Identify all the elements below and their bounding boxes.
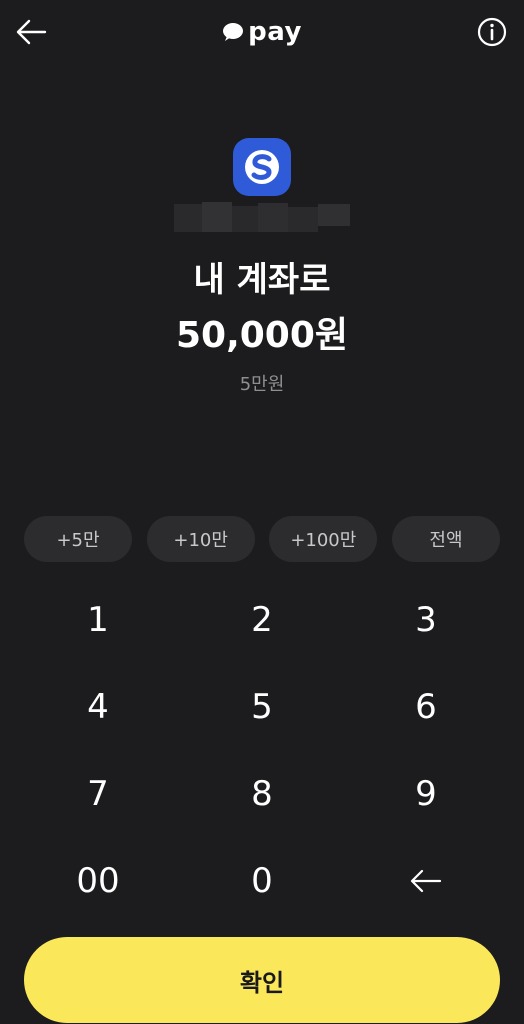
key-0[interactable]: 0	[180, 837, 344, 924]
backspace-arrow-icon	[410, 869, 442, 892]
backspace-key[interactable]	[344, 837, 508, 924]
amount-hint: 5만원	[239, 374, 285, 395]
key-7[interactable]: 7	[16, 750, 180, 837]
key-3[interactable]: 3	[344, 576, 508, 663]
number-keypad: 1 2 3 4 5 6 7 8 9 00 0	[16, 576, 508, 924]
key-8[interactable]: 8	[180, 750, 344, 837]
transfer-amount: 50,000원	[175, 315, 349, 356]
shinhan-bank-logo-icon	[245, 150, 279, 184]
brand-name: pay	[248, 17, 302, 47]
quick-amount-buttons: +5만 +10만 +100만 전액	[24, 516, 500, 562]
speech-bubble-icon	[223, 23, 244, 41]
key-4[interactable]: 4	[16, 663, 180, 750]
add-1000000-button[interactable]: +100만	[269, 516, 378, 562]
key-00[interactable]: 00	[16, 837, 180, 924]
full-balance-button[interactable]: 전액	[391, 516, 500, 562]
key-2[interactable]: 2	[180, 576, 344, 663]
masked-account-name	[174, 202, 350, 234]
transfer-target: 내 계좌로	[193, 260, 331, 300]
key-1[interactable]: 1	[16, 576, 180, 663]
kakao-pay-logo: pay	[0, 14, 524, 50]
key-6[interactable]: 6	[344, 663, 508, 750]
top-bar: pay	[0, 0, 524, 64]
add-50000-button[interactable]: +5만	[24, 516, 132, 562]
info-circle-icon	[477, 17, 507, 47]
add-100000-button[interactable]: +10만	[146, 516, 255, 562]
info-button[interactable]	[474, 14, 510, 50]
confirm-button[interactable]: 확인	[24, 937, 500, 1023]
bank-logo	[233, 138, 291, 196]
key-5[interactable]: 5	[180, 663, 344, 750]
key-9[interactable]: 9	[344, 750, 508, 837]
